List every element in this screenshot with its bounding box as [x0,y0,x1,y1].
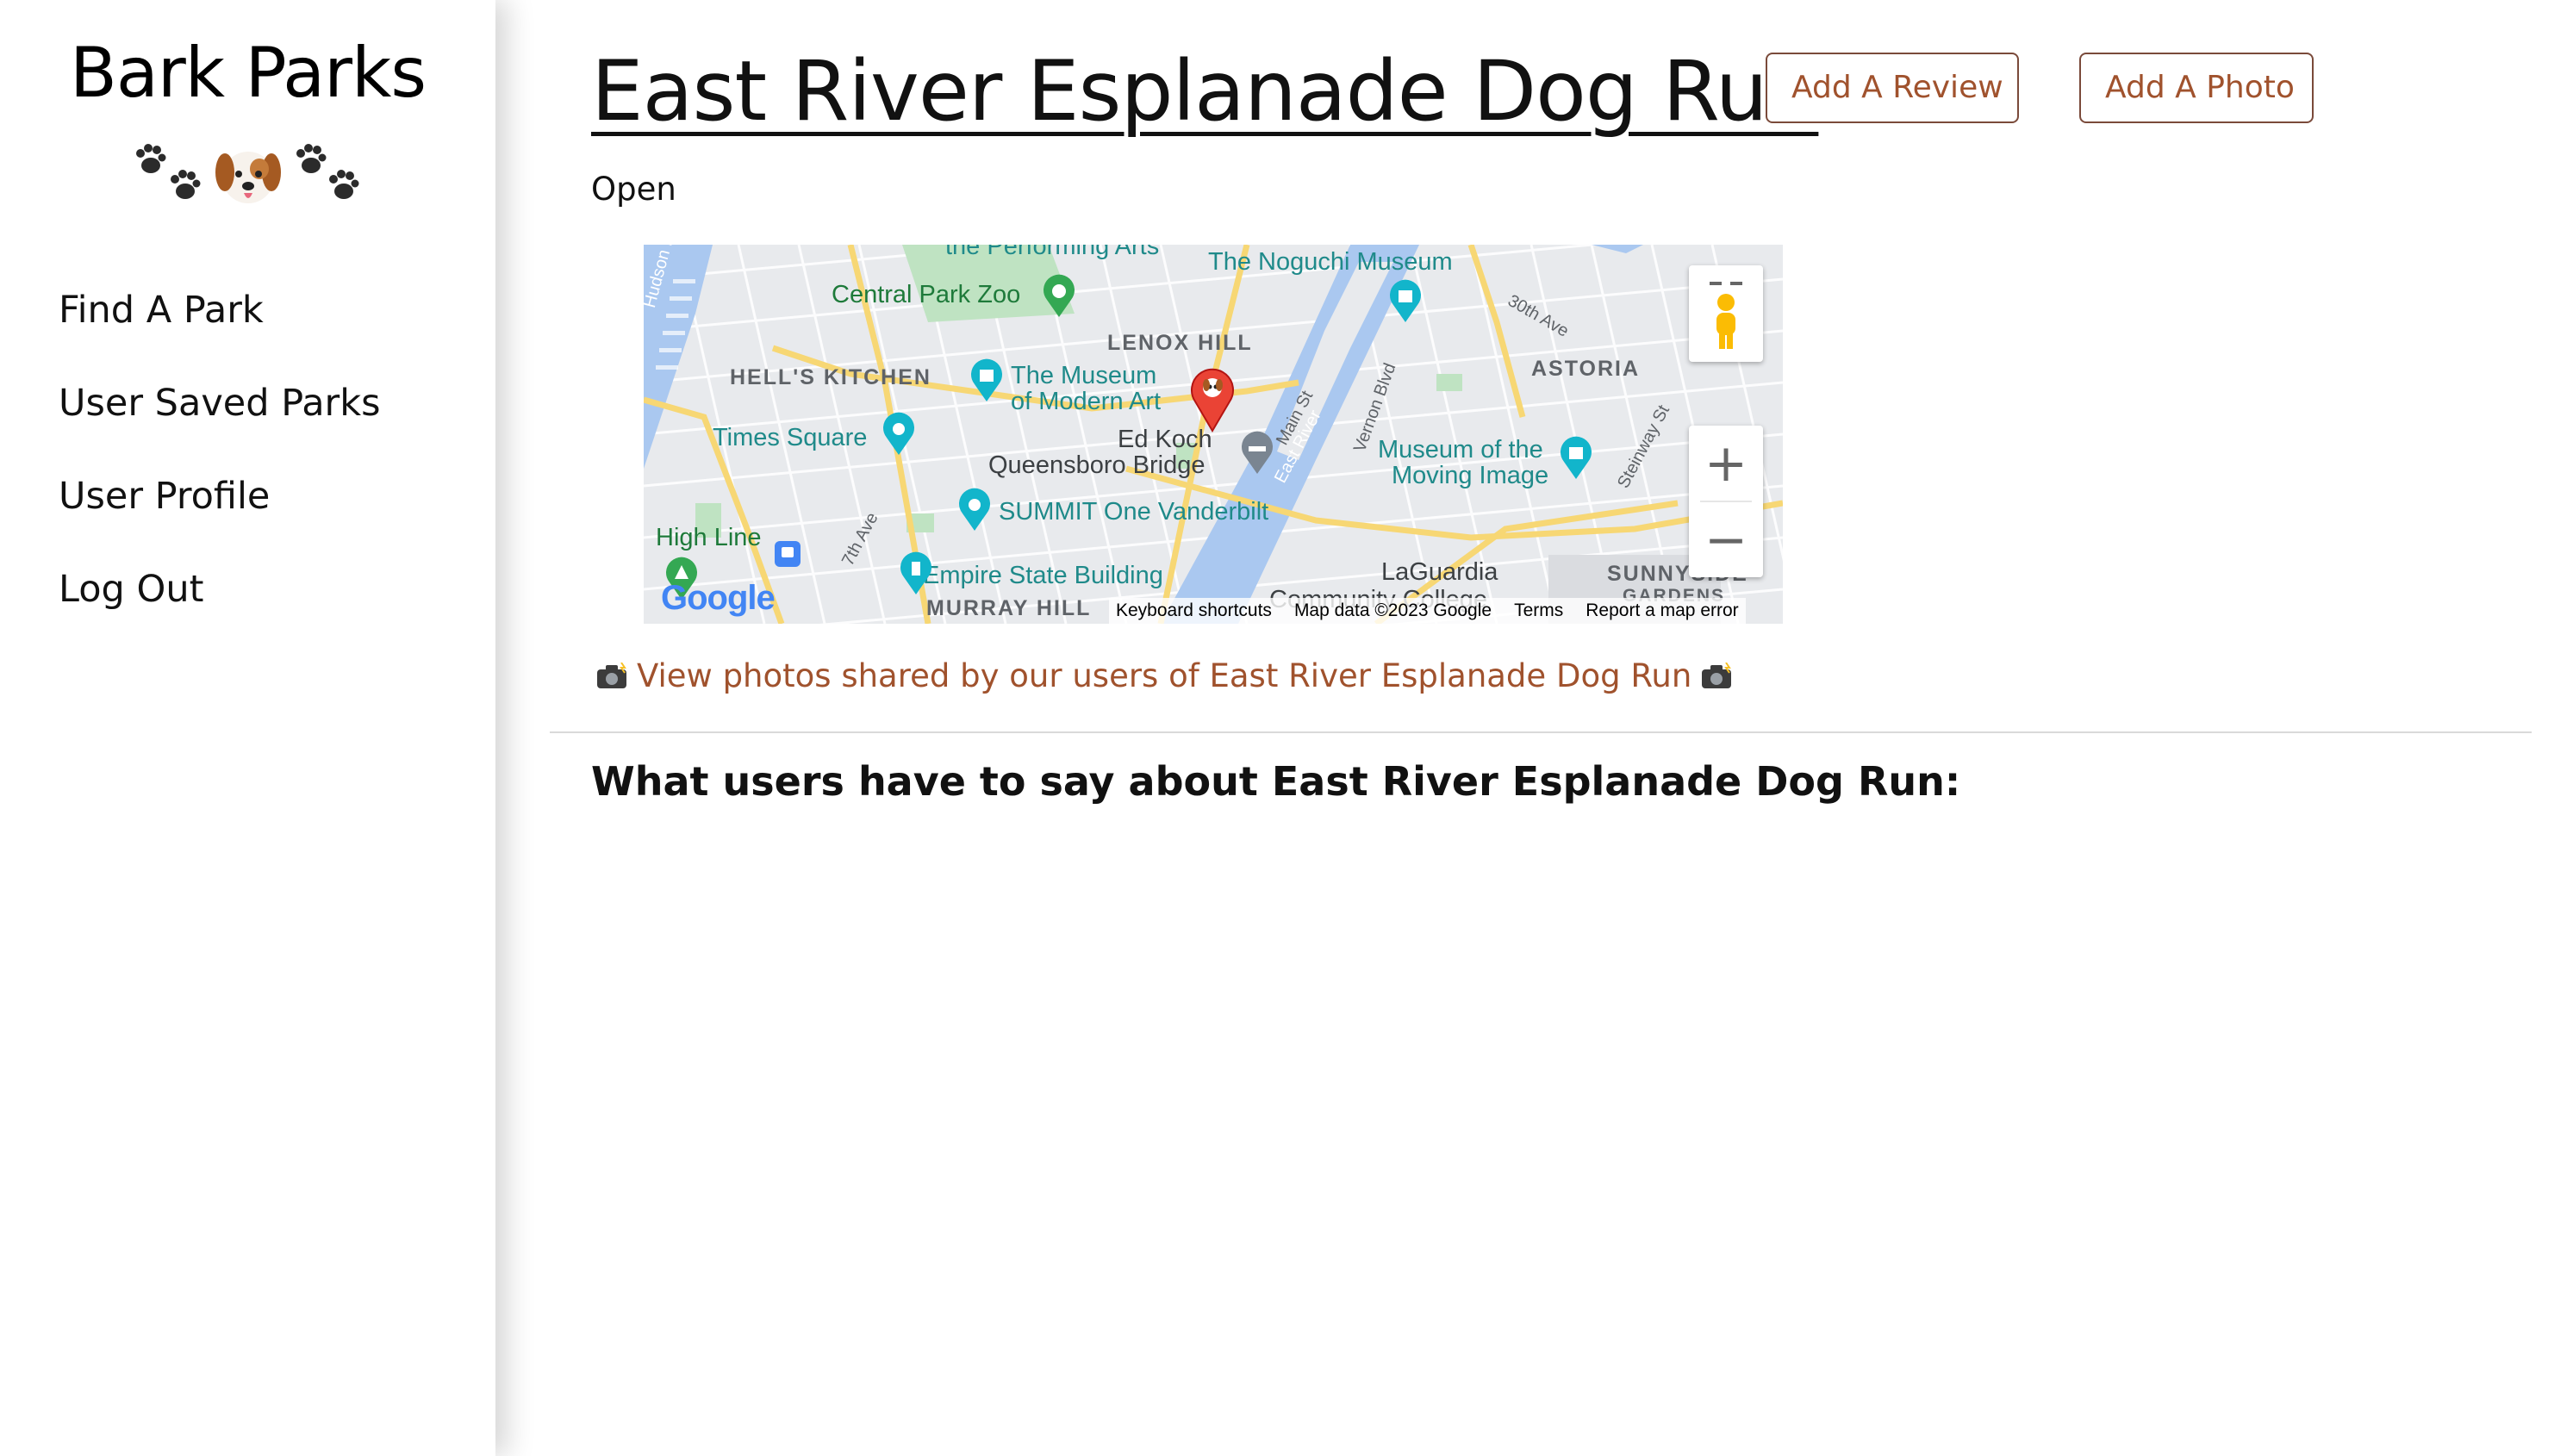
sidebar: Bark Parks Find A Park User Saved Parks … [0,0,495,1456]
keyboard-shortcuts-link[interactable]: Keyboard shortcuts [1116,600,1272,621]
pegman-icon [1710,282,1742,349]
nav-log-out[interactable]: Log Out [59,563,381,656]
park-status: Open [591,171,676,208]
add-review-button[interactable]: Add A Review [1766,53,2019,123]
nav-user-saved-parks[interactable]: User Saved Parks [59,377,381,470]
sidebar-nav: Find A Park User Saved Parks User Profil… [59,284,381,656]
park-location-marker-icon[interactable] [1187,364,1238,436]
museum-icon[interactable] [1386,279,1424,327]
reviews-heading: What users have to say about East River … [591,758,1961,805]
map-label-performing-arts: the Performing Arts [945,245,1160,260]
park-map[interactable]: the Performing Arts The Noguchi Museum C… [644,245,1783,624]
zoom-controls: + − [1689,426,1763,577]
camera-flash-icon [597,662,626,688]
google-logo-text: Google [661,579,776,617]
camera-icon[interactable] [956,488,994,536]
map-poi-markers [811,345,1783,612]
plus-icon: + [1704,432,1748,494]
park-detail: East River Esplanade Dog Run Add A Revie… [495,0,2573,1456]
dog-face-icon [215,152,281,203]
paw-prints-icon [296,144,358,199]
section-divider [550,731,2532,733]
map-label-noguchi-museum[interactable]: The Noguchi Museum [1208,248,1453,277]
zoom-in-button[interactable]: + [1689,426,1763,501]
zoom-out-button[interactable]: − [1689,502,1763,577]
report-map-error-link[interactable]: Report a map error [1586,600,1738,621]
brand-logo [0,136,495,214]
landmark-icon[interactable] [897,551,935,600]
museum-icon[interactable] [1557,436,1595,484]
view-photos-link[interactable]: View photos shared by our users of East … [637,657,1691,694]
museum-icon[interactable] [968,358,1006,407]
photos-link-row: View photos shared by our users of East … [595,657,1733,694]
camera-icon[interactable] [880,412,918,460]
terms-link[interactable]: Terms [1514,600,1563,621]
nav-user-profile[interactable]: User Profile [59,470,381,563]
bridge-icon[interactable] [1238,431,1276,479]
nav-find-a-park[interactable]: Find A Park [59,284,381,377]
zoo-icon[interactable] [1040,274,1078,322]
transit-icon[interactable] [775,541,801,570]
google-logo: Google [661,579,776,618]
map-footer: Keyboard shortcuts Map data ©2023 Google… [1109,598,1746,624]
park-title[interactable]: East River Esplanade Dog Run [591,43,1819,140]
map-data-attribution: Map data ©2023 Google [1293,600,1492,620]
minus-icon: − [1704,509,1748,570]
paw-prints-icon [135,144,200,199]
map-label-high-line[interactable]: High Line [656,524,762,552]
street-view-pegman[interactable] [1689,265,1763,362]
map-label-central-park-zoo[interactable]: Central Park Zoo [832,281,1020,309]
brand-title[interactable]: Bark Parks [0,33,495,113]
camera-flash-icon [1702,662,1732,688]
add-photo-button[interactable]: Add A Photo [2079,53,2314,123]
